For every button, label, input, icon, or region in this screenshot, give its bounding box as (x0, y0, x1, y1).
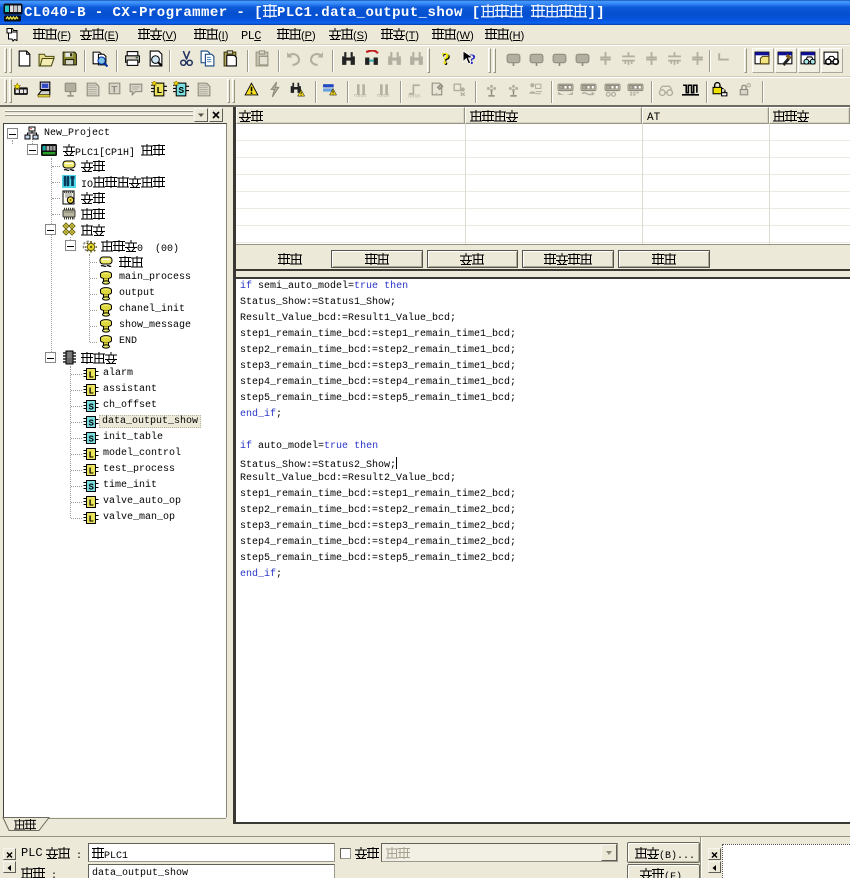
svg-text:L: L (89, 498, 94, 508)
svg-text:T: T (111, 85, 117, 96)
svg-text:S: S (89, 402, 95, 412)
svg-text:?: ? (441, 50, 450, 67)
svg-text:L: L (89, 370, 94, 380)
svg-text:roron: roron (408, 93, 420, 98)
svg-text:L: L (89, 386, 94, 396)
svg-text:L: L (89, 450, 94, 460)
svg-text:S: S (89, 434, 95, 444)
svg-text:S: S (178, 85, 184, 96)
svg-text:S: S (89, 482, 95, 492)
svg-text:?: ? (468, 52, 475, 67)
svg-text:S: S (89, 418, 95, 428)
svg-text:L: L (89, 466, 94, 476)
svg-text:L: L (156, 85, 162, 96)
svg-text:roron: roron (354, 93, 366, 98)
svg-text:L: L (89, 514, 94, 524)
svg-text:roron: roron (377, 93, 389, 98)
